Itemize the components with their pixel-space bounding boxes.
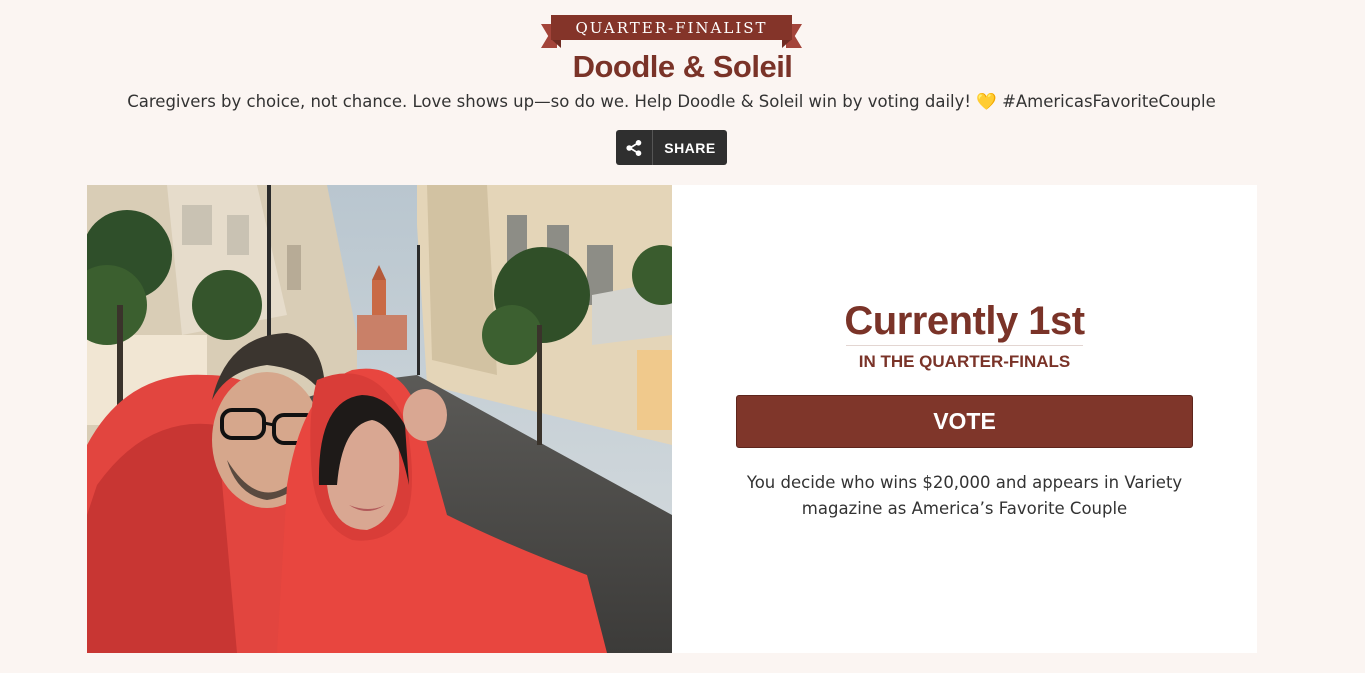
heart-emoji: 💛 xyxy=(976,92,997,111)
rank-title: Currently 1st xyxy=(844,299,1085,343)
tagline-text: Caregivers by choice, not chance. Love s… xyxy=(127,92,972,111)
badge-label: QUARTER-FINALIST xyxy=(551,15,792,40)
vote-description: You decide who wins $20,000 and appears … xyxy=(746,473,1183,518)
share-label: SHARE xyxy=(664,139,716,156)
round-label: IN THE QUARTER-FINALS xyxy=(858,352,1071,371)
hashtag: #AmericasFavoriteCouple xyxy=(1002,92,1216,111)
tagline: Caregivers by choice, not chance. Love s… xyxy=(0,91,1343,113)
rank-divider xyxy=(846,345,1083,346)
share-icon xyxy=(616,130,653,165)
couple-photo xyxy=(87,185,672,653)
page: QUARTER-FINALIST Doodle & Soleil Caregiv… xyxy=(0,0,1365,673)
vote-panel: Currently 1st IN THE QUARTER-FINALS VOTE… xyxy=(672,185,1257,653)
share-button[interactable]: SHARE xyxy=(616,130,727,165)
couple-name: Doodle & Soleil xyxy=(572,49,793,84)
quarter-finalist-badge: QUARTER-FINALIST xyxy=(541,15,802,49)
vote-button[interactable]: VOTE xyxy=(736,395,1193,448)
